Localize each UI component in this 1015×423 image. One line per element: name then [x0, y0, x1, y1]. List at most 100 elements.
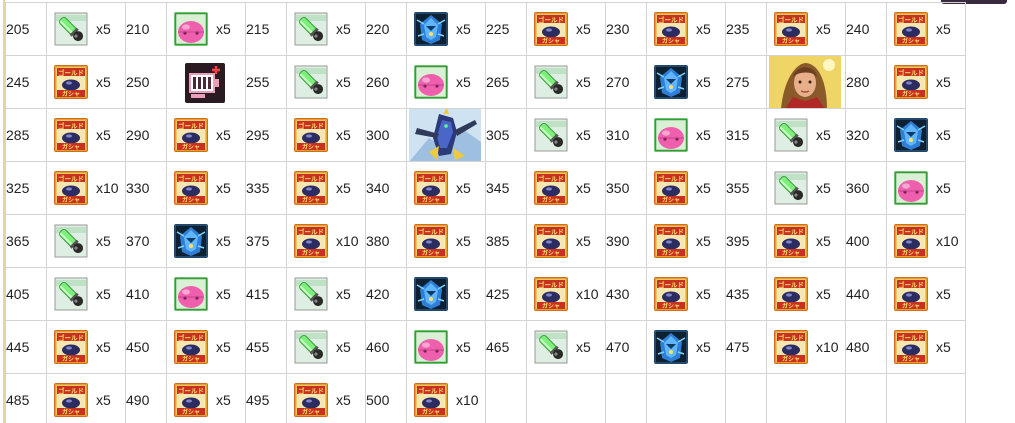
reward-cell[interactable]: ゴールド ガシャ x5	[886, 55, 966, 109]
level-cell[interactable]: 480	[845, 320, 887, 374]
reward-cell[interactable]: x5	[166, 2, 246, 56]
level-cell[interactable]: 335	[245, 161, 287, 215]
level-cell[interactable]: 245	[5, 55, 47, 109]
level-cell[interactable]: 350	[605, 161, 647, 215]
reward-cell[interactable]: ゴールド ガシャ x5	[526, 2, 606, 56]
reward-cell[interactable]: ゴールド ガシャ x5	[646, 161, 726, 215]
reward-cell[interactable]: x5	[406, 2, 486, 56]
level-cell[interactable]: 325	[5, 161, 47, 215]
level-cell[interactable]: 385	[485, 214, 527, 268]
reward-cell[interactable]: ゴールド ガシャ x10	[46, 161, 126, 215]
reward-cell[interactable]: ゴールド ガシャ x5	[46, 55, 126, 109]
reward-cell[interactable]: x5	[166, 214, 246, 268]
level-cell[interactable]: 310	[605, 108, 647, 162]
reward-cell[interactable]: ゴールド ガシャ x10	[286, 214, 366, 268]
level-cell[interactable]: 365	[5, 214, 47, 268]
level-cell[interactable]: 315	[725, 108, 767, 162]
level-cell[interactable]: 320	[845, 108, 887, 162]
level-cell[interactable]: 280	[845, 55, 887, 109]
reward-cell[interactable]: ゴールド ガシャ x5	[46, 320, 126, 374]
level-cell[interactable]: 490	[125, 373, 167, 423]
level-cell[interactable]: 400	[845, 214, 887, 268]
reward-cell[interactable]: ゴールド ガシャ x5	[646, 214, 726, 268]
reward-cell[interactable]: ゴールド ガシャ x5	[406, 214, 486, 268]
level-cell[interactable]: 345	[485, 161, 527, 215]
level-cell[interactable]: 210	[125, 2, 167, 56]
level-cell[interactable]: 295	[245, 108, 287, 162]
level-cell[interactable]: 380	[365, 214, 407, 268]
reward-cell[interactable]: ゴールド ガシャ x5	[46, 108, 126, 162]
reward-cell[interactable]: x5	[526, 108, 606, 162]
reward-cell[interactable]	[886, 373, 966, 423]
level-cell[interactable]: 395	[725, 214, 767, 268]
level-cell[interactable]: 475	[725, 320, 767, 374]
level-cell[interactable]: 485	[5, 373, 47, 423]
reward-cell[interactable]: ゴールド ガシャ x5	[46, 373, 126, 423]
level-cell[interactable]: 330	[125, 161, 167, 215]
level-cell[interactable]: 220	[365, 2, 407, 56]
level-cell[interactable]: 225	[485, 2, 527, 56]
reward-cell[interactable]	[406, 108, 486, 162]
reward-cell[interactable]: x5	[406, 267, 486, 321]
reward-cell[interactable]: x5	[886, 108, 966, 162]
reward-cell[interactable]: ゴールド ガシャ x5	[886, 320, 966, 374]
level-cell[interactable]	[845, 373, 887, 423]
level-cell[interactable]: 450	[125, 320, 167, 374]
reward-cell[interactable]: x5	[766, 161, 846, 215]
level-cell[interactable]: 255	[245, 55, 287, 109]
level-cell[interactable]: 465	[485, 320, 527, 374]
level-cell[interactable]: 300	[365, 108, 407, 162]
reward-cell[interactable]: ゴールド ガシャ x5	[166, 320, 246, 374]
level-cell[interactable]: 230	[605, 2, 647, 56]
reward-cell[interactable]: ゴールド ガシャ x10	[526, 267, 606, 321]
reward-cell[interactable]: ゴールド ガシャ x5	[406, 161, 486, 215]
level-cell[interactable]: 235	[725, 2, 767, 56]
reward-cell[interactable]: x5	[766, 108, 846, 162]
level-cell[interactable]: 355	[725, 161, 767, 215]
level-cell[interactable]: 275	[725, 55, 767, 109]
level-cell[interactable]: 460	[365, 320, 407, 374]
reward-cell[interactable]: x5	[46, 267, 126, 321]
level-cell[interactable]: 370	[125, 214, 167, 268]
level-cell[interactable]: 445	[5, 320, 47, 374]
reward-cell[interactable]: x5	[286, 267, 366, 321]
level-cell[interactable]	[725, 373, 767, 423]
level-cell[interactable]: 420	[365, 267, 407, 321]
level-cell[interactable]: 410	[125, 267, 167, 321]
level-cell[interactable]: 250	[125, 55, 167, 109]
reward-cell[interactable]	[766, 55, 846, 109]
reward-cell[interactable]: ゴールド ガシャ x5	[646, 267, 726, 321]
level-cell[interactable]: 470	[605, 320, 647, 374]
level-cell[interactable]: 340	[365, 161, 407, 215]
level-cell[interactable]: 290	[125, 108, 167, 162]
reward-cell[interactable]: ゴールド ガシャ x5	[166, 108, 246, 162]
level-cell[interactable]: 390	[605, 214, 647, 268]
level-cell[interactable]: 415	[245, 267, 287, 321]
reward-cell[interactable]: x5	[526, 55, 606, 109]
reward-cell[interactable]: x5	[166, 267, 246, 321]
level-cell[interactable]: 430	[605, 267, 647, 321]
reward-cell[interactable]: ゴールド ガシャ x5	[646, 2, 726, 56]
reward-cell[interactable]: x5	[406, 320, 486, 374]
reward-cell[interactable]: ゴールド ガシャ x5	[286, 373, 366, 423]
level-cell[interactable]: 205	[5, 2, 47, 56]
level-cell[interactable]: 500	[365, 373, 407, 423]
reward-cell[interactable]	[766, 373, 846, 423]
reward-cell[interactable]: x5	[646, 55, 726, 109]
reward-cell[interactable]	[646, 373, 726, 423]
reward-cell[interactable]: x5	[886, 161, 966, 215]
level-cell[interactable]: 360	[845, 161, 887, 215]
reward-cell[interactable]: x5	[46, 2, 126, 56]
level-cell[interactable]: 305	[485, 108, 527, 162]
level-cell[interactable]: 435	[725, 267, 767, 321]
reward-cell[interactable]	[526, 373, 606, 423]
reward-cell[interactable]: ゴールド ガシャ x5	[166, 373, 246, 423]
level-cell[interactable]: 265	[485, 55, 527, 109]
level-cell[interactable]: 240	[845, 2, 887, 56]
reward-cell[interactable]: ゴールド ガシャ x10	[886, 214, 966, 268]
level-cell[interactable]: 285	[5, 108, 47, 162]
reward-cell[interactable]: x5	[646, 108, 726, 162]
reward-cell[interactable]: ゴールド ガシャ x5	[766, 267, 846, 321]
reward-cell[interactable]: ゴールド ガシャ x5	[886, 2, 966, 56]
reward-cell[interactable]: x5	[406, 55, 486, 109]
